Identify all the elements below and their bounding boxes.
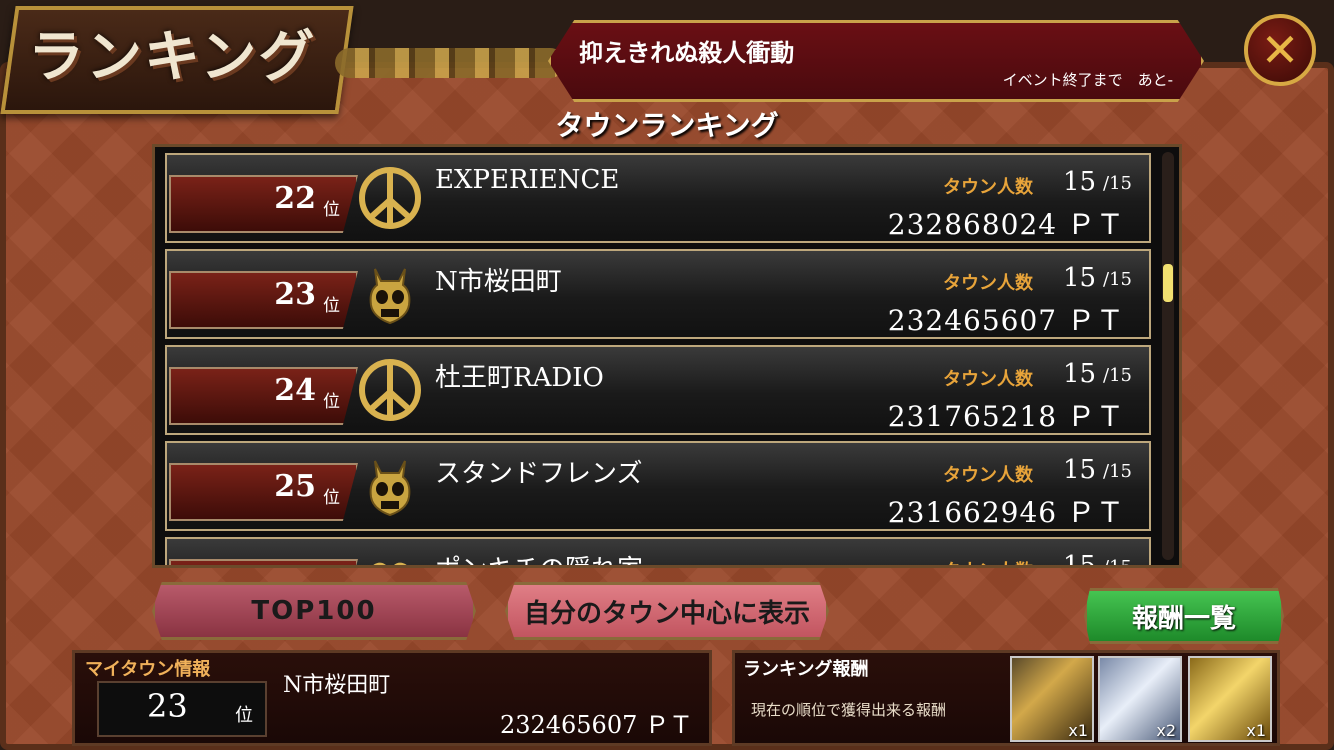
heart-icon — [373, 562, 407, 565]
town-points: 232465607 ＰＴ — [887, 304, 1125, 337]
my-town-info: マイタウン情報 23 位 N市桜田町 232465607 ＰＴ — [72, 650, 712, 746]
member-label: タウン人数 — [943, 465, 1033, 486]
rank-suffix: 位 — [323, 392, 340, 412]
member-count: 15 — [1063, 167, 1097, 197]
ranking-row[interactable]: 23 位 N市桜田町 タウン人数 15 /15 232465607 ＰＴ — [165, 249, 1151, 339]
character-card-icon[interactable]: x1 — [1010, 656, 1094, 742]
ranking-list[interactable]: 22 位 EXPERIENCE タウン人数 15 /15 232868024 Ｐ… — [152, 144, 1182, 568]
my-town-name: N市桜田町 — [283, 673, 391, 698]
rank-number: 25 — [274, 469, 316, 504]
rank-suffix: 位 — [323, 488, 340, 508]
scrollbar-thumb[interactable] — [1163, 264, 1173, 302]
ranking-row[interactable]: 24 位 杜王町RADIO タウン人数 15 /15 231765218 ＰＴ — [165, 345, 1151, 435]
page-title: ランキング — [28, 24, 317, 90]
rank-number: 22 — [274, 181, 316, 216]
member-count: 15 — [1063, 551, 1097, 568]
member-max: /15 — [1103, 557, 1132, 568]
rank-plate: 24 位 — [169, 367, 358, 425]
member-label: タウン人数 — [943, 273, 1033, 294]
reward-list-button[interactable]: 報酬一覧 — [1084, 588, 1284, 644]
event-banner: 抑えきれぬ殺人衝動 イベント終了まで あと- — [548, 20, 1204, 102]
town-points: 232868024 ＰＴ — [887, 208, 1125, 241]
list-scrollbar[interactable] — [1162, 152, 1174, 560]
ranking-reward-label: ランキング報酬 — [743, 659, 869, 680]
member-count: 15 — [1063, 455, 1097, 485]
member-label: タウン人数 — [943, 557, 1033, 565]
rank-suffix: 位 — [323, 296, 340, 316]
ranking-row[interactable]: ポンキチの隠れ家 タウン人数 15 /15 — [165, 537, 1151, 568]
my-town-label: マイタウン情報 — [85, 659, 211, 680]
town-name: スタンドフレンズ — [435, 459, 643, 489]
my-town-rank-suffix: 位 — [235, 705, 253, 726]
member-label: タウン人数 — [943, 369, 1033, 390]
peace-sign-icon — [359, 359, 421, 421]
center-my-town-button[interactable]: 自分のタウン中心に表示 — [505, 582, 829, 640]
event-name: 抑えきれぬ殺人衝動 — [579, 38, 795, 67]
town-name: 杜王町RADIO — [435, 363, 604, 393]
ranking-row[interactable]: 22 位 EXPERIENCE タウン人数 15 /15 232868024 Ｐ… — [165, 153, 1151, 243]
member-max: /15 — [1103, 173, 1132, 194]
peace-sign-icon — [359, 167, 421, 229]
close-button[interactable]: ✕ — [1244, 14, 1316, 86]
section-title: タウンランキング — [555, 109, 779, 142]
silver-ticket-icon[interactable]: x2 — [1098, 656, 1182, 742]
item-count: x2 — [1156, 721, 1176, 740]
member-label: タウン人数 — [943, 177, 1033, 198]
my-town-rank-box: 23 位 — [97, 681, 267, 737]
town-name: ポンキチの隠れ家 — [435, 549, 643, 565]
item-count: x1 — [1246, 721, 1266, 740]
town-points: 231765218 ＰＴ — [887, 400, 1125, 433]
rank-plate: 22 位 — [169, 175, 358, 233]
rank-plate: 25 位 — [169, 463, 358, 521]
item-count: x1 — [1068, 721, 1088, 740]
member-count: 15 — [1063, 359, 1097, 389]
member-count: 15 — [1063, 263, 1097, 293]
member-max: /15 — [1103, 365, 1132, 386]
rank-plate: 23 位 — [169, 271, 358, 329]
ranking-reward-description: 現在の順位で獲得出来る報酬 — [751, 701, 947, 719]
member-max: /15 — [1103, 461, 1132, 482]
rank-number: 23 — [274, 277, 316, 312]
skull-icon — [369, 268, 411, 325]
gold-ticket-icon[interactable]: x1 — [1188, 656, 1272, 742]
close-icon: ✕ — [1260, 23, 1300, 77]
member-max: /15 — [1103, 269, 1132, 290]
top100-button[interactable]: TOP100 — [152, 582, 476, 640]
my-town-points: 232465607 ＰＴ — [499, 711, 693, 739]
rank-plate — [169, 559, 358, 565]
rank-number: 24 — [274, 373, 316, 408]
ranking-row[interactable]: 25 位 スタンドフレンズ タウン人数 15 /15 231662946 ＰＴ — [165, 441, 1151, 531]
rank-suffix: 位 — [323, 200, 340, 220]
event-remaining: イベント終了まで あと- — [1002, 71, 1173, 89]
my-town-rank: 23 — [147, 687, 188, 725]
town-name: EXPERIENCE — [435, 165, 620, 195]
skull-icon — [369, 460, 411, 517]
town-points: 231662946 ＰＴ — [887, 496, 1125, 529]
chain-decoration — [335, 48, 565, 78]
town-name: N市桜田町 — [435, 267, 562, 297]
